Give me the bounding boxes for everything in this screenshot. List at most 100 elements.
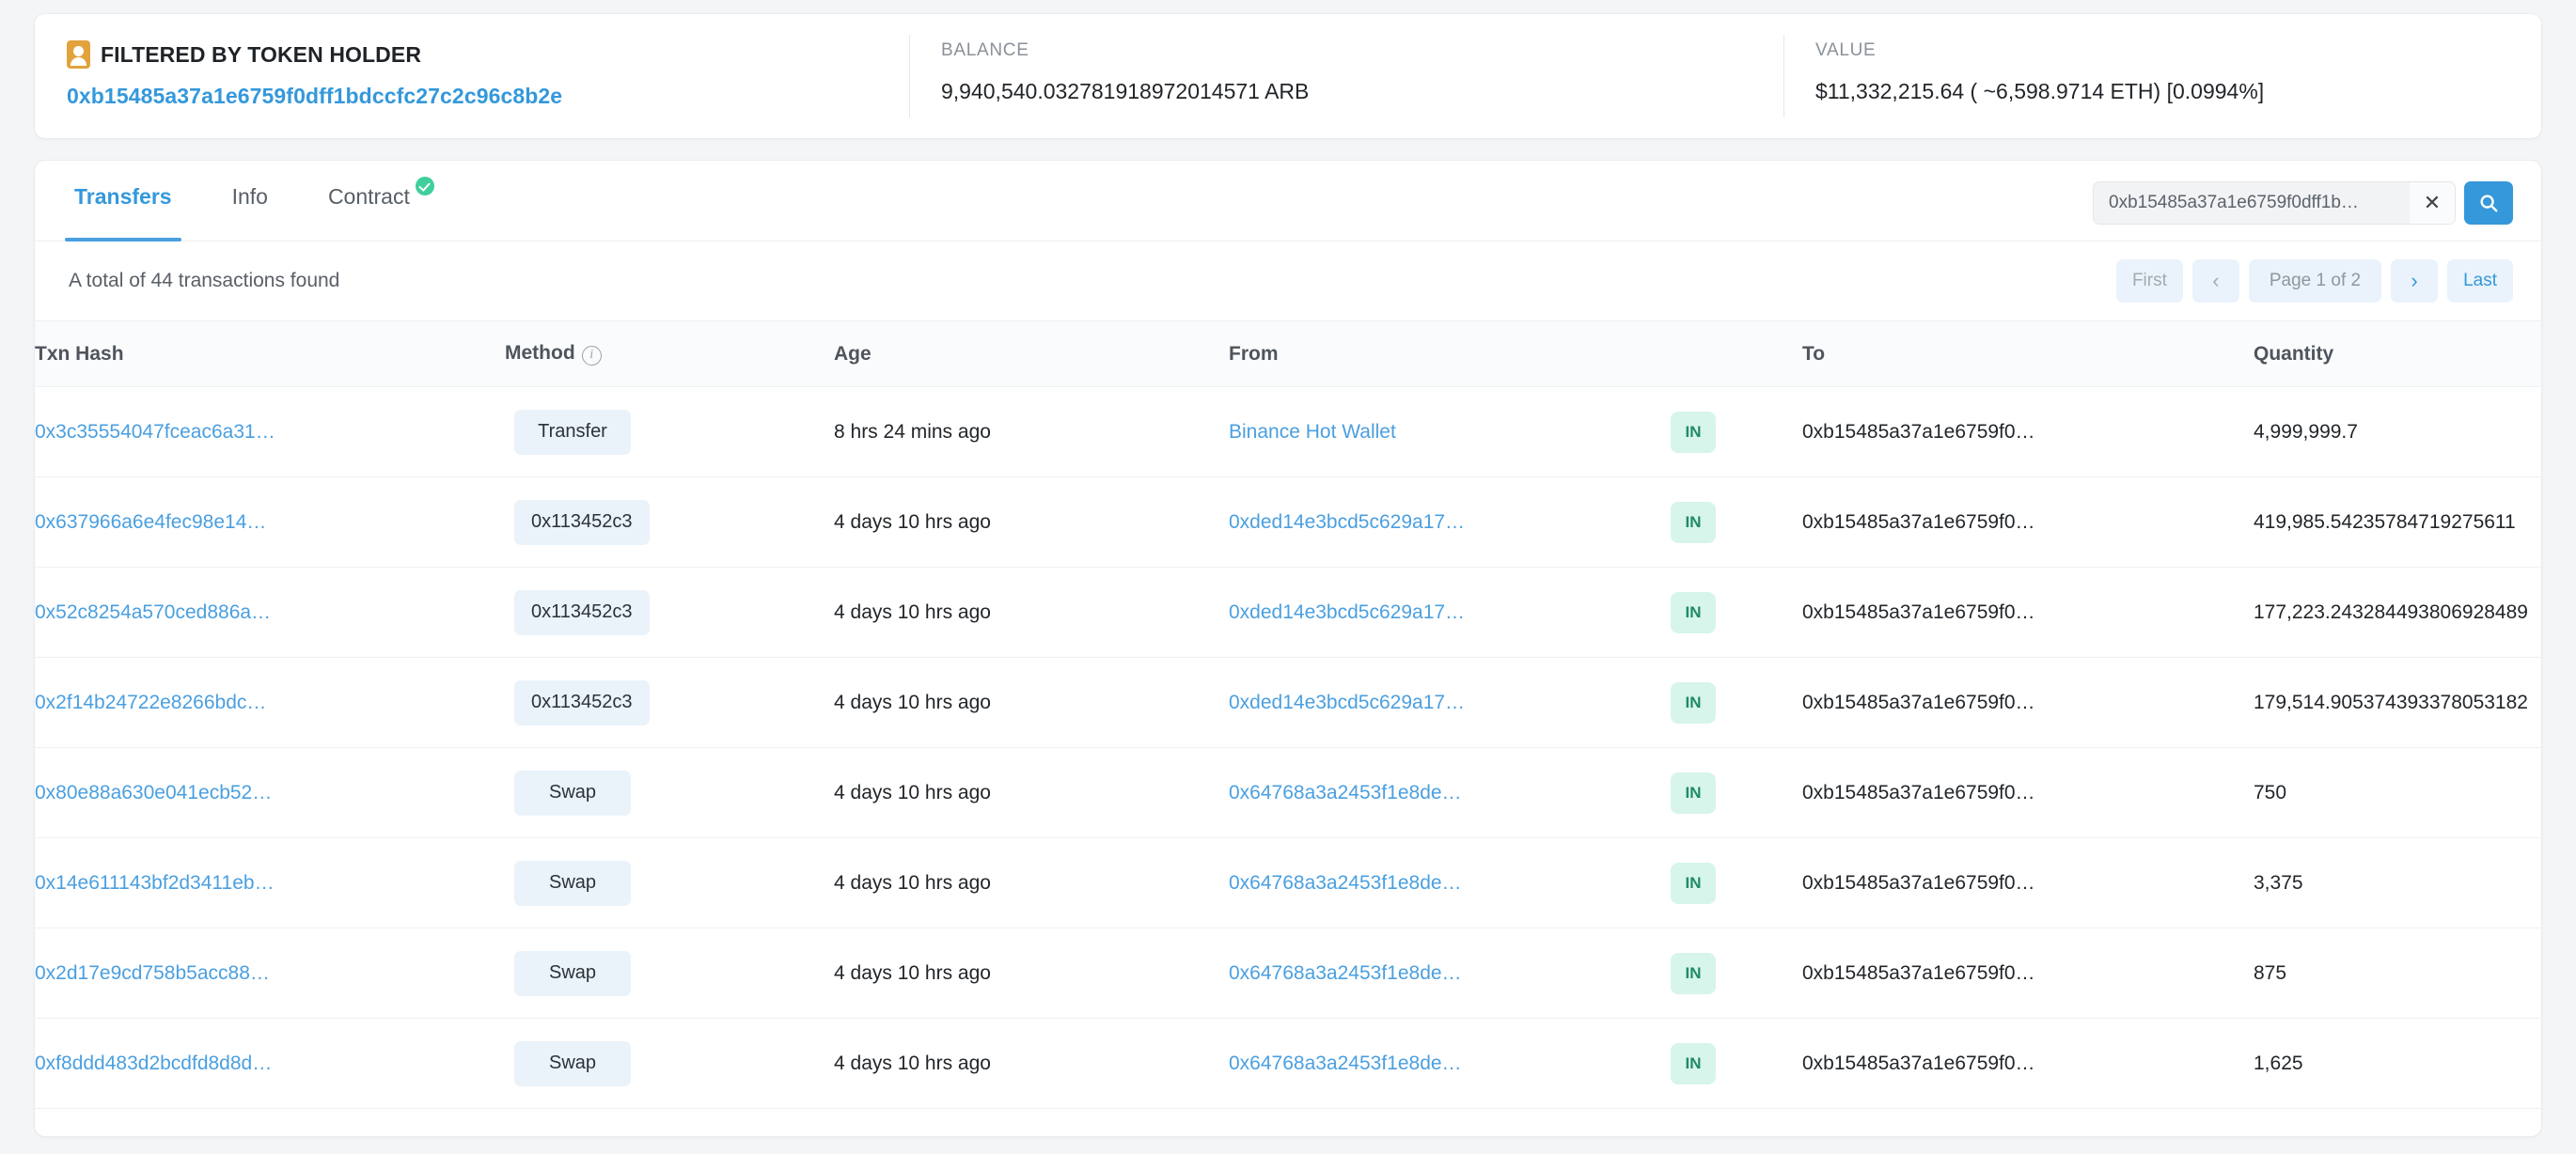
txn-hash-link[interactable]: 0xf8ddd483d2bcdfd8d8d… (35, 1053, 505, 1075)
search-button[interactable] (2464, 181, 2513, 225)
address-book-icon (67, 40, 90, 69)
column-label-to: To (1802, 342, 1826, 365)
from-address-link[interactable]: 0x64768a3a2453f1e8de… (1229, 782, 1671, 804)
cell-quantity: 3,375 (2254, 838, 2541, 928)
table-header-row: Txn Hash Method i Age From To Quantity (35, 320, 2541, 387)
cell-from: 0xded14e3bcd5c629a17… (1229, 568, 1671, 658)
from-address-link[interactable]: 0xded14e3bcd5c629a17… (1229, 511, 1671, 534)
cell-to: 0xb15485a37a1e6759f0… (1802, 928, 2254, 1019)
to-address-text: 0xb15485a37a1e6759f0… (1802, 961, 2035, 984)
cell-quantity: 875 (2254, 928, 2541, 1019)
cell-quantity: 1,625 (2254, 1019, 2541, 1109)
tab-contract[interactable]: Contract (322, 161, 440, 242)
direction-badge: IN (1671, 952, 1716, 994)
search-input[interactable] (2109, 193, 2410, 213)
value-label: VALUE (1815, 40, 1877, 60)
table-row: 0x2f14b24722e8266bdc… 0x113452c3 4 days … (35, 658, 2541, 748)
from-address-link[interactable]: 0x64768a3a2453f1e8de… (1229, 872, 1671, 895)
txn-hash-link[interactable]: 0x3c35554047fceac6a31… (35, 421, 505, 444)
to-address-text: 0xb15485a37a1e6759f0… (1802, 781, 2035, 803)
quantity-text: 419,985.54235784719275611 (2254, 510, 2516, 533)
txn-hash-link[interactable]: 0x2f14b24722e8266bdc… (35, 692, 505, 714)
cell-txn-hash: 0x3c35554047fceac6a31… (35, 387, 505, 477)
token-transfers-page: FILTERED BY TOKEN HOLDER 0xb15485a37a1e6… (0, 0, 2576, 1154)
tab-list: Transfers Info Contract (65, 161, 489, 242)
from-address-link[interactable]: 0xded14e3bcd5c629a17… (1229, 601, 1671, 624)
quantity-text: 4,999,999.7 (2254, 420, 2358, 443)
table-row: 0x14e611143bf2d3411eb… Swap 4 days 10 hr… (35, 838, 2541, 928)
cell-method: 0x113452c3 (505, 658, 834, 748)
cell-age: 4 days 10 hrs ago (834, 1019, 1229, 1109)
tab-info[interactable]: Info (227, 161, 274, 242)
search-area: ✕ (2093, 181, 2513, 225)
tab-transfers[interactable]: Transfers (65, 161, 181, 242)
cell-age: 4 days 10 hrs ago (834, 568, 1229, 658)
direction-badge: IN (1671, 1042, 1716, 1084)
method-badge[interactable]: Swap (514, 1040, 631, 1086)
method-badge[interactable]: Swap (514, 950, 631, 996)
tab-contract-label: Contract (327, 184, 410, 209)
age-text: 4 days 10 hrs ago (834, 871, 991, 894)
cell-age: 4 days 10 hrs ago (834, 477, 1229, 568)
txn-hash-link[interactable]: 0x80e88a630e041ecb52… (35, 782, 505, 804)
method-badge[interactable]: Transfer (514, 409, 631, 455)
cell-from: Binance Hot Wallet (1229, 387, 1671, 477)
pagination-next-button[interactable]: › (2391, 259, 2439, 303)
clear-search-icon[interactable]: ✕ (2410, 182, 2455, 224)
cell-from: 0x64768a3a2453f1e8de… (1229, 1019, 1671, 1109)
cell-direction: IN (1671, 387, 1802, 477)
method-badge[interactable]: 0x113452c3 (514, 589, 650, 635)
verified-check-icon (415, 177, 434, 196)
method-badge[interactable]: 0x113452c3 (514, 679, 650, 725)
cell-age: 4 days 10 hrs ago (834, 928, 1229, 1019)
table-body: 0x3c35554047fceac6a31… Transfer 8 hrs 24… (35, 387, 2541, 1109)
cell-txn-hash: 0x2f14b24722e8266bdc… (35, 658, 505, 748)
results-bar: A total of 44 transactions found First ‹… (35, 242, 2541, 320)
txn-hash-link[interactable]: 0x637966a6e4fec98e14… (35, 511, 505, 534)
info-icon[interactable]: i (581, 345, 602, 366)
column-header-age[interactable]: Age (834, 321, 1229, 387)
value-section: VALUE $11,332,215.64 ( ~6,598.9714 ETH) … (1783, 14, 2541, 138)
cell-quantity: 177,223.243284493806928489 (2254, 568, 2541, 658)
tab-info-label: Info (231, 184, 268, 209)
from-address-link[interactable]: Binance Hot Wallet (1229, 421, 1671, 444)
cell-to: 0xb15485a37a1e6759f0… (1802, 1019, 2254, 1109)
search-box[interactable]: ✕ (2093, 181, 2456, 225)
txn-hash-link[interactable]: 0x52c8254a570ced886a… (35, 601, 505, 624)
age-text: 4 days 10 hrs ago (834, 961, 991, 984)
cell-method: 0x113452c3 (505, 568, 834, 658)
table-row: 0x2d17e9cd758b5acc88… Swap 4 days 10 hrs… (35, 928, 2541, 1019)
cell-direction: IN (1671, 658, 1802, 748)
txn-hash-link[interactable]: 0x2d17e9cd758b5acc88… (35, 962, 505, 985)
cell-quantity: 4,999,999.7 (2254, 387, 2541, 477)
to-address-text: 0xb15485a37a1e6759f0… (1802, 871, 2035, 894)
direction-badge: IN (1671, 501, 1716, 543)
method-badge[interactable]: 0x113452c3 (514, 499, 650, 545)
txn-hash-link[interactable]: 0x14e611143bf2d3411eb… (35, 872, 505, 895)
method-badge[interactable]: Swap (514, 860, 631, 906)
age-text: 4 days 10 hrs ago (834, 510, 991, 533)
from-address-link[interactable]: 0x64768a3a2453f1e8de… (1229, 1053, 1671, 1075)
quantity-text: 179,514.905374393378053182 (2254, 691, 2528, 713)
pagination-prev-button[interactable]: ‹ (2191, 259, 2239, 303)
column-header-to: To (1802, 321, 2254, 387)
cell-from: 0xded14e3bcd5c629a17… (1229, 477, 1671, 568)
cell-age: 4 days 10 hrs ago (834, 748, 1229, 838)
column-header-method: Method i (505, 321, 834, 387)
cell-txn-hash: 0x52c8254a570ced886a… (35, 568, 505, 658)
filtered-by-holder-section: FILTERED BY TOKEN HOLDER 0xb15485a37a1e6… (35, 14, 909, 138)
cell-direction: IN (1671, 477, 1802, 568)
column-label-from: From (1229, 342, 1279, 365)
cell-to: 0xb15485a37a1e6759f0… (1802, 838, 2254, 928)
cell-from: 0x64768a3a2453f1e8de… (1229, 928, 1671, 1019)
to-address-text: 0xb15485a37a1e6759f0… (1802, 691, 2035, 713)
holder-address-link[interactable]: 0xb15485a37a1e6759f0dff1bdccfc27c2c96c8b… (67, 84, 877, 109)
from-address-link[interactable]: 0x64768a3a2453f1e8de… (1229, 962, 1671, 985)
pagination-first-button[interactable]: First (2115, 259, 2183, 303)
to-address-text: 0xb15485a37a1e6759f0… (1802, 420, 2035, 443)
pagination-last-button[interactable]: Last (2447, 259, 2513, 303)
method-badge[interactable]: Swap (514, 770, 631, 816)
from-address-link[interactable]: 0xded14e3bcd5c629a17… (1229, 692, 1671, 714)
balance-label: BALANCE (941, 40, 1029, 60)
table-row: 0xf8ddd483d2bcdfd8d8d… Swap 4 days 10 hr… (35, 1019, 2541, 1109)
